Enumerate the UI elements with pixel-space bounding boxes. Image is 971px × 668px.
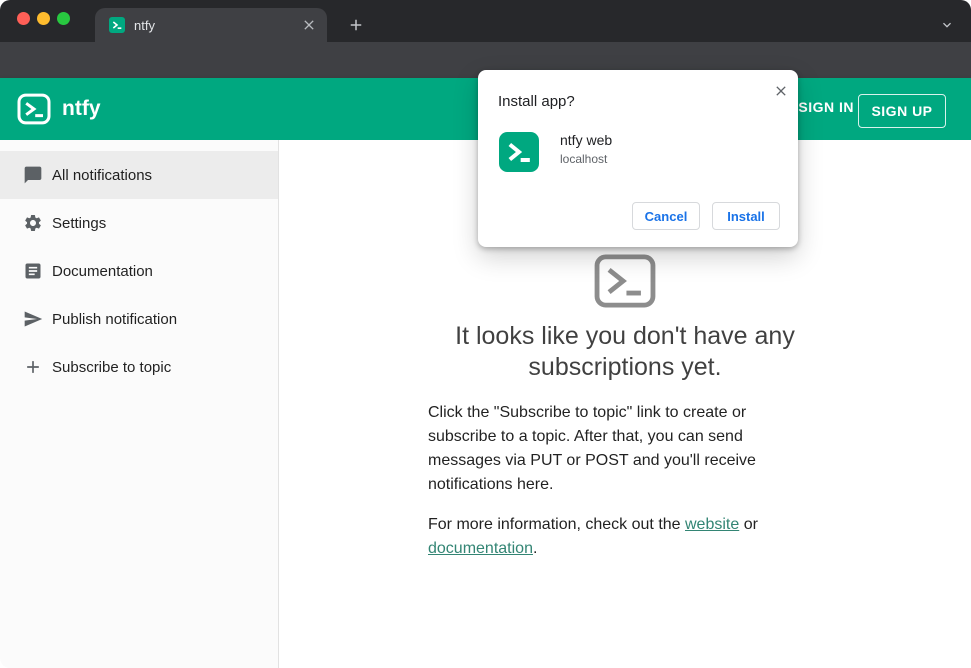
cancel-button[interactable]: Cancel xyxy=(632,202,700,230)
window-minimize-button[interactable] xyxy=(37,12,50,25)
empty-state-more-info: For more information, check out the webs… xyxy=(428,513,780,561)
article-icon xyxy=(23,261,43,281)
sidebar-item-label: Publish notification xyxy=(52,310,178,328)
ntfy-logo-icon xyxy=(16,91,52,127)
website-link[interactable]: website xyxy=(685,516,739,533)
more-info-text: For more information, check out the xyxy=(428,516,685,533)
empty-state-copy: Click the "Subscribe to topic" link to c… xyxy=(428,401,780,561)
documentation-link[interactable]: documentation xyxy=(428,540,533,557)
window-fullscreen-button[interactable] xyxy=(57,12,70,25)
sidebar-item-all-notifications[interactable]: All notifications xyxy=(0,151,278,199)
plus-icon xyxy=(23,357,43,377)
window-close-button[interactable] xyxy=(17,12,30,25)
more-info-text: or xyxy=(739,516,758,533)
sidebar-item-label: All notifications xyxy=(52,166,153,184)
window-titlebar: ntfy xyxy=(0,0,971,42)
gear-icon xyxy=(23,213,43,233)
install-button[interactable]: Install xyxy=(712,202,780,230)
browser-tab[interactable]: ntfy xyxy=(95,8,327,42)
sidebar-item-documentation[interactable]: Documentation xyxy=(0,247,278,295)
ntfy-app-icon xyxy=(499,132,539,172)
new-tab-button[interactable] xyxy=(347,16,365,34)
empty-state-heading: It looks like you don't have any subscri… xyxy=(455,322,795,381)
install-app-dialog: Install app? ntfy web localhost Cancel I… xyxy=(478,70,798,247)
chat-bubble-icon xyxy=(23,165,43,185)
sign-up-button[interactable]: SIGN UP xyxy=(858,94,946,128)
tab-search-chevron-icon[interactable] xyxy=(939,17,955,33)
sign-in-button[interactable]: SIGN IN xyxy=(798,99,854,115)
sidebar-item-subscribe-to-topic[interactable]: Subscribe to topic xyxy=(0,343,278,391)
sidebar-item-label: Subscribe to topic xyxy=(52,358,172,376)
sidebar-item-publish-notification[interactable]: Publish notification xyxy=(0,295,278,343)
tab-title: ntfy xyxy=(134,17,155,33)
dialog-app-name: ntfy web xyxy=(560,132,613,148)
ntfy-terminal-logo-icon xyxy=(594,254,656,308)
sidebar: All notifications Settings Documentation… xyxy=(0,140,279,668)
sidebar-item-label: Documentation xyxy=(52,262,153,280)
sidebar-item-label: Settings xyxy=(52,214,107,232)
empty-state-instructions: Click the "Subscribe to topic" link to c… xyxy=(428,404,756,493)
dialog-title: Install app? xyxy=(498,93,575,110)
ntfy-favicon-icon xyxy=(109,17,125,33)
dialog-app-origin: localhost xyxy=(560,152,608,166)
sidebar-item-settings[interactable]: Settings xyxy=(0,199,278,247)
brand-title: ntfy xyxy=(62,97,101,120)
browser-window: ntfy localhost xyxy=(0,0,971,668)
more-info-text: . xyxy=(532,540,538,557)
dialog-close-icon[interactable] xyxy=(773,83,789,99)
tab-close-icon[interactable] xyxy=(301,17,317,33)
send-icon xyxy=(23,309,43,329)
